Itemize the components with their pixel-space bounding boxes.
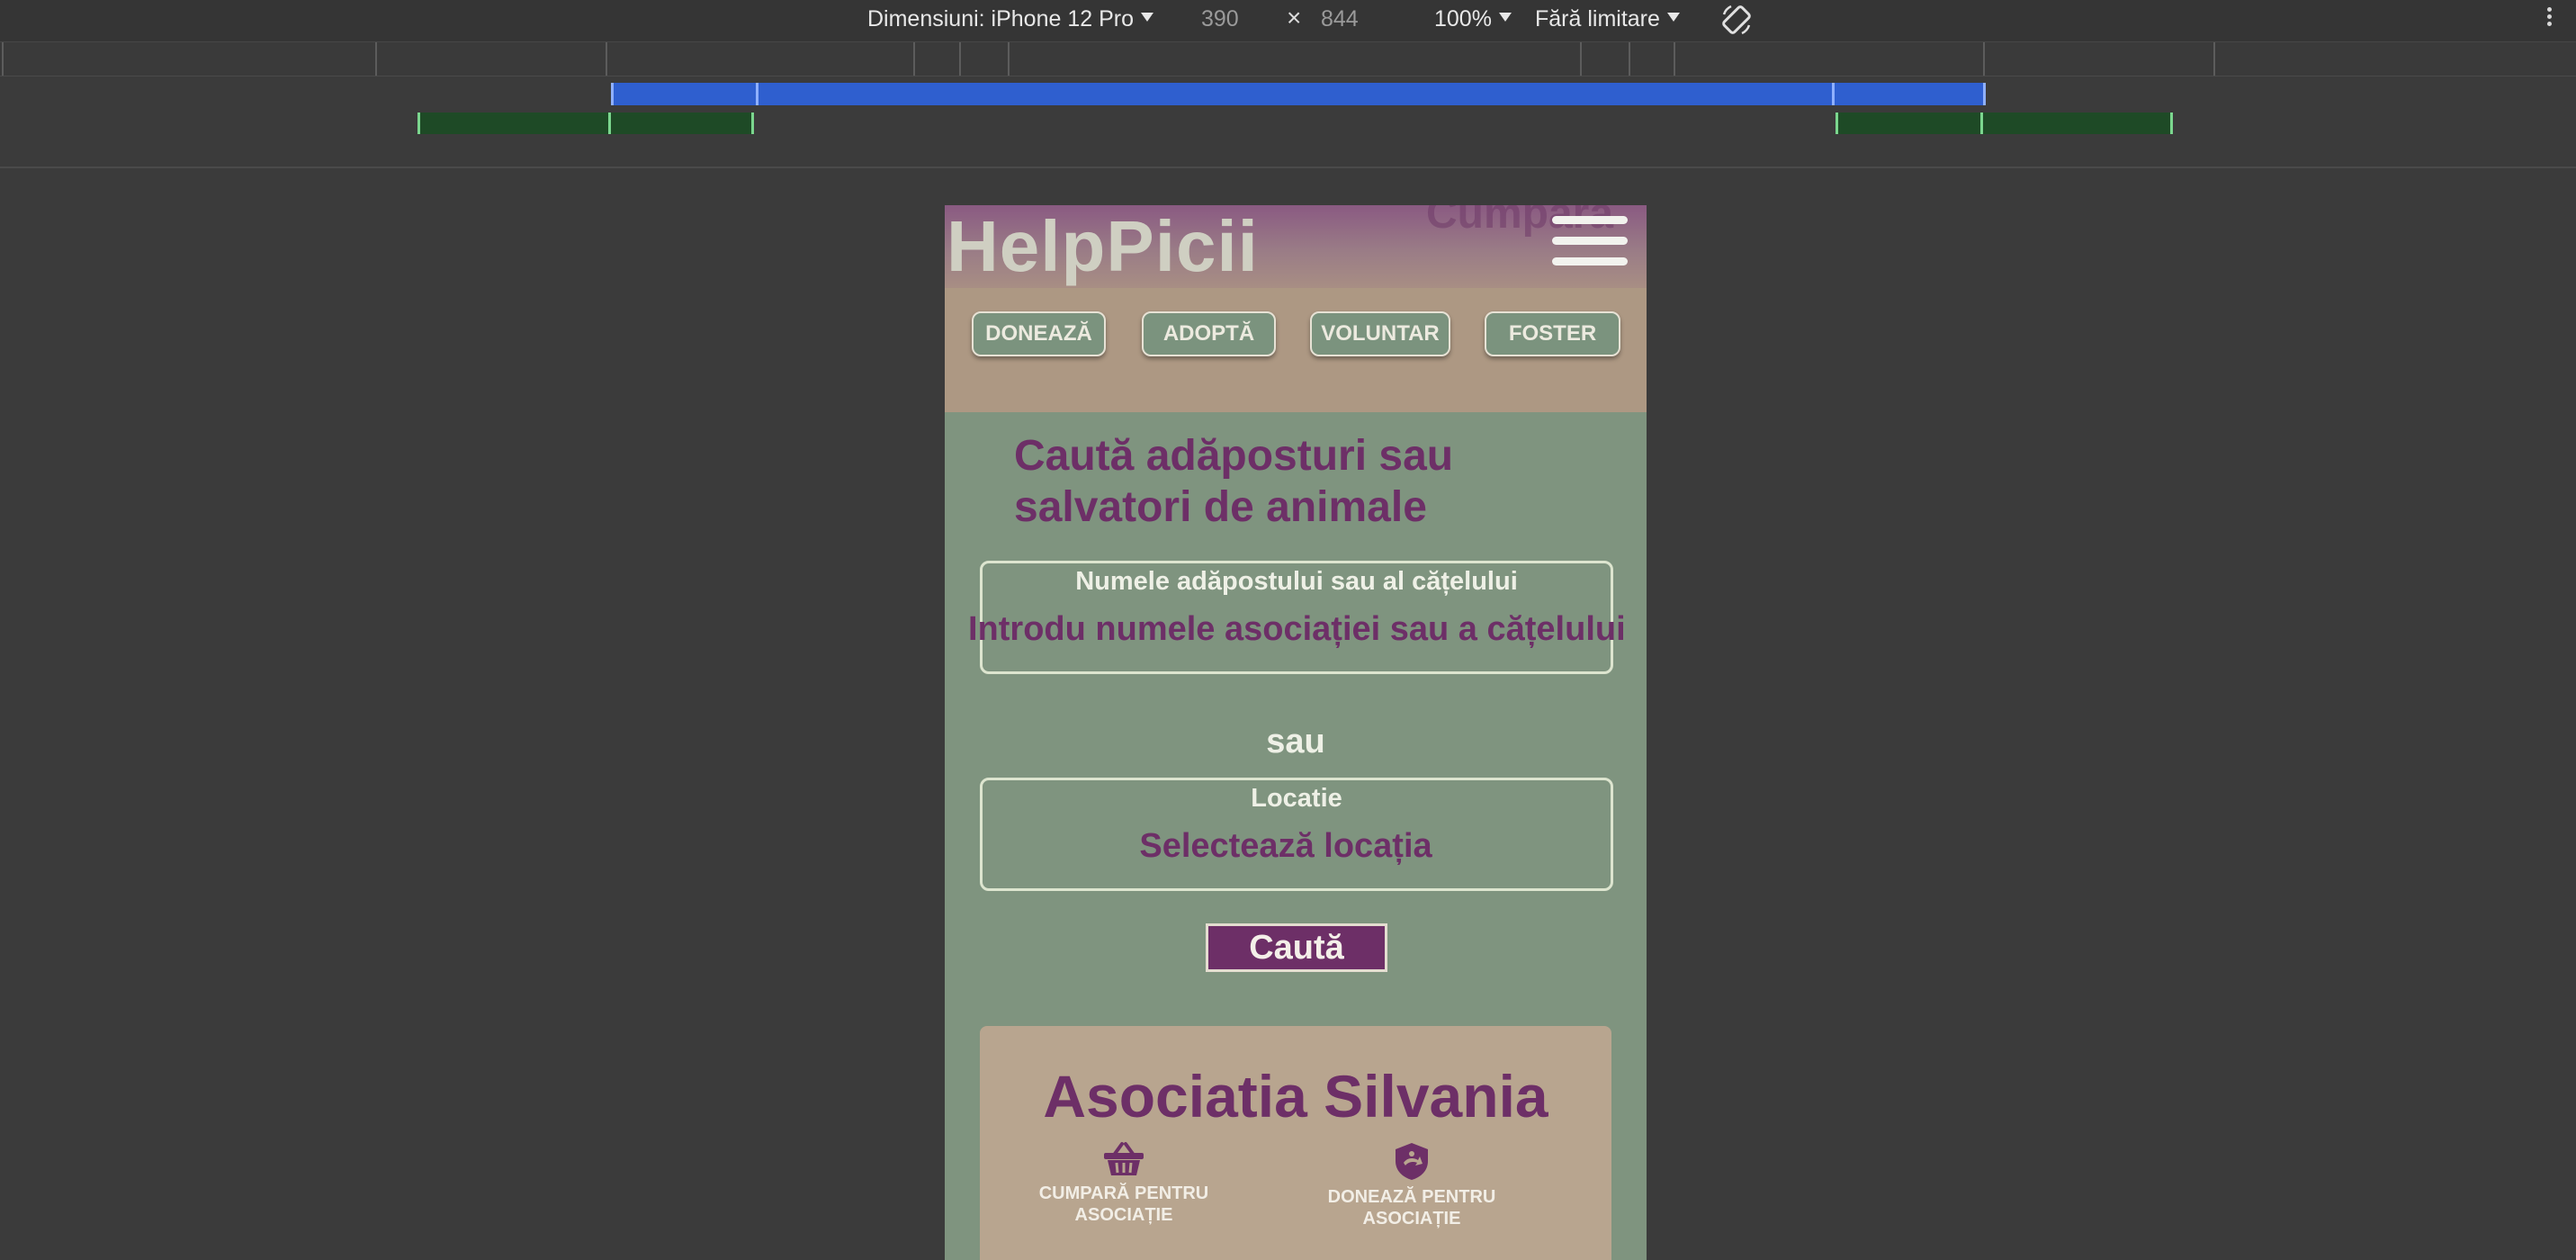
donate-for-association-action[interactable]: DONEAZĂ PENTRU ASOCIAȚIE [1313,1141,1511,1229]
location-field-label: Locatie [1251,784,1342,813]
device-label: Dimensiuni: iPhone 12 Pro [867,6,1134,32]
chevron-down-icon [1666,13,1680,22]
media-query-bar-min-width-right[interactable] [1836,112,2172,134]
buy-for-association-label: CUMPARĂ PENTRU ASOCIAȚIE [1038,1184,1209,1225]
throttle-dropdown[interactable]: Fără limitare [1535,5,1680,32]
shield-donation-icon [1396,1143,1428,1180]
height-input[interactable]: 844 [1321,5,1359,32]
width-input[interactable]: 390 [1201,5,1239,32]
name-search-input[interactable]: Introdu numele asociației sau a cățelulu… [968,610,1625,649]
location-select[interactable]: Selectează locația [972,827,1600,866]
media-query-divider [2170,112,2173,134]
zoom-label: 100% [1434,6,1492,32]
hamburger-menu-icon[interactable] [1552,216,1628,275]
throttle-label: Fără limitare [1535,6,1660,32]
location-field[interactable]: Locatie Selectează locația [980,778,1613,891]
media-query-divider [1836,112,1838,134]
devtools-device-toolbar: Dimensiuni: iPhone 12 Pro 390 × 844 100%… [0,0,2576,42]
name-field-label: Numele adăpostului sau al cățelului [1075,567,1518,596]
donate-for-association-label: DONEAZĂ PENTRU ASOCIAȚIE [1327,1187,1496,1228]
association-name[interactable]: Asociatia Silvania [980,1062,1611,1130]
ruler-tick [2,42,4,76]
dimension-separator: × [1287,4,1302,32]
media-query-ruler [0,42,2576,76]
media-query-divider [751,112,754,134]
donate-nav-button[interactable]: DONEAZĂ [972,311,1106,356]
ruler-tick [375,42,377,76]
media-query-divider [417,112,420,134]
site-header: Cumpără HelpPicii [945,205,1647,288]
ruler-tick [1008,42,1010,76]
ruler-tick [2213,42,2215,76]
ruler-tick [606,42,607,76]
media-query-divider [608,112,611,134]
ruler-tick [913,42,915,76]
more-options-icon[interactable] [2543,5,2555,34]
ruler-tick [1629,42,1630,76]
media-query-divider [1980,112,1983,134]
media-query-bar-min-width-left[interactable] [418,112,753,134]
volunteer-nav-button[interactable]: VOLUNTAR [1310,311,1450,356]
device-viewport: Cumpără HelpPicii DONEAZĂ ADOPTĂ VOLUNTA… [945,205,1647,1260]
ruler-tick [1580,42,1582,76]
search-button[interactable]: Caută [1206,923,1387,972]
device-dropdown[interactable]: Dimensiuni: iPhone 12 Pro [867,5,1153,32]
zoom-dropdown[interactable]: 100% [1434,5,1512,32]
ruler-tick [1983,42,1985,76]
media-query-bar-max-width[interactable] [611,83,1986,105]
chevron-down-icon [1141,13,1153,22]
ruler-tick [1674,42,1675,76]
site-logo[interactable]: HelpPicii [947,205,1259,288]
toolbar-separator [0,166,2576,168]
search-title: Caută adăposturi sau salvatori de animal… [1014,432,1454,531]
or-separator: sau [1266,723,1325,760]
name-search-field[interactable]: Numele adăpostului sau al cățelului Intr… [968,561,1625,674]
buy-for-association-action[interactable]: CUMPARĂ PENTRU ASOCIAȚIE [1025,1141,1223,1226]
adopt-nav-button[interactable]: ADOPTĂ [1142,311,1276,356]
shopping-basket-icon [1104,1142,1144,1175]
media-query-divider [756,83,758,105]
media-query-divider [1832,83,1835,105]
foster-nav-button[interactable]: FOSTER [1485,311,1620,356]
ruler-tick [959,42,961,76]
rotate-icon[interactable] [1719,2,1755,38]
chevron-down-icon [1498,13,1512,22]
association-card: Asociatia Silvania CUMPARĂ PENTRU ASOCIA… [980,1026,1611,1260]
